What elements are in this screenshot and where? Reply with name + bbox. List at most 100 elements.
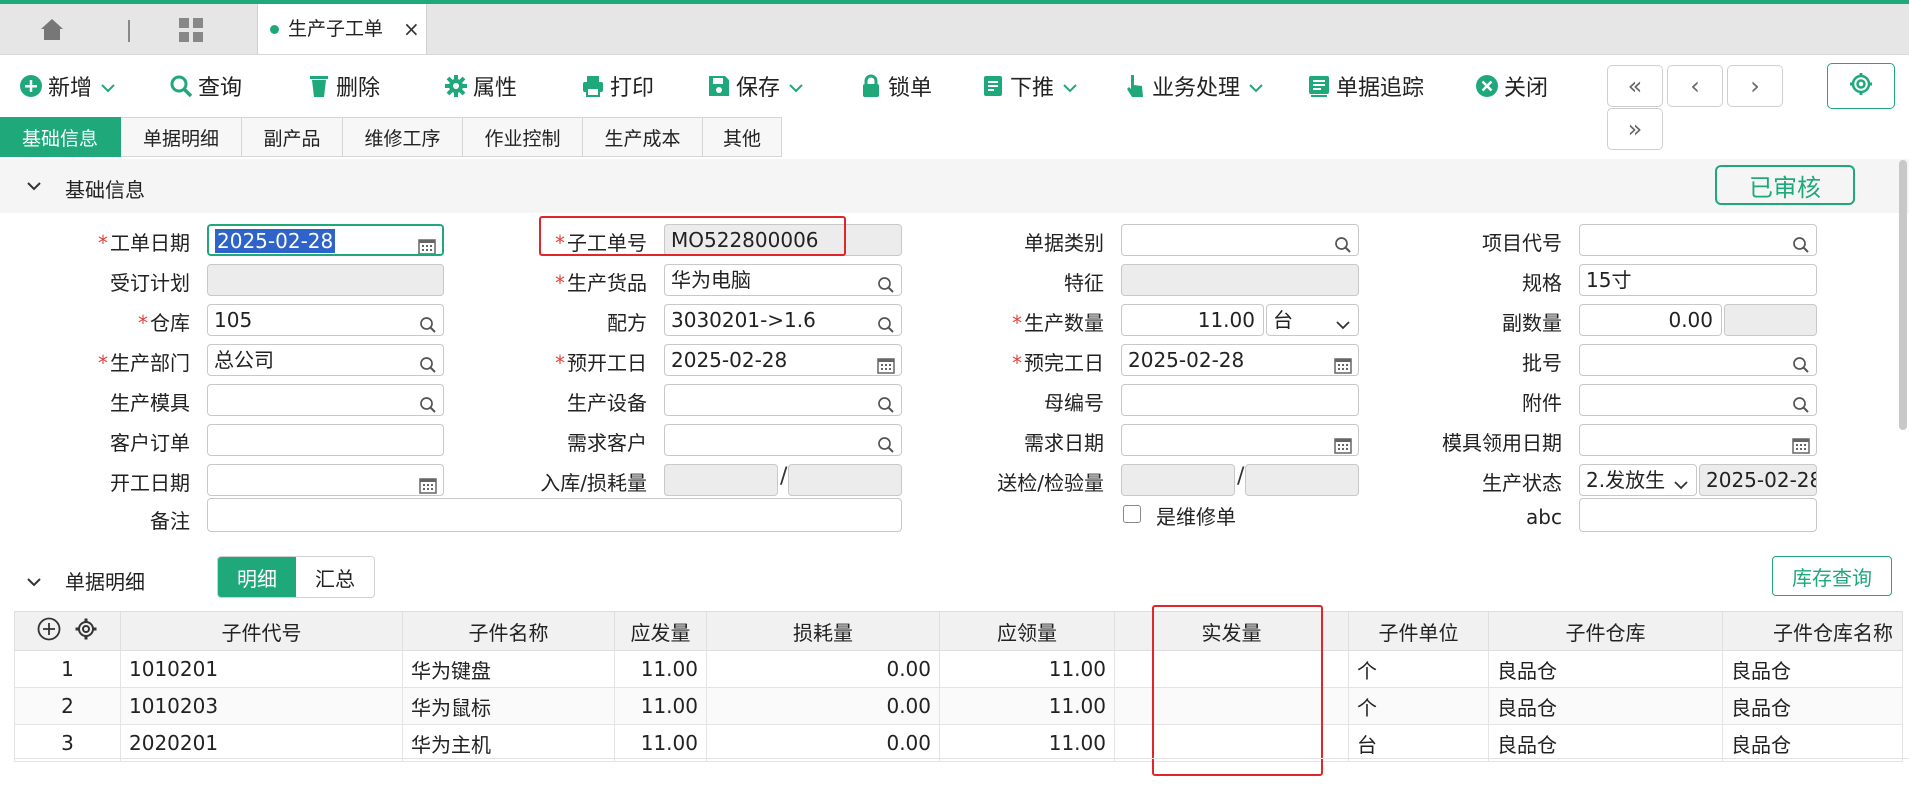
table-row[interactable]: 1 1010201 华为键盘 11.00 0.00 11.00 个 良品仓 良品… bbox=[14, 650, 1903, 688]
calendar-icon[interactable] bbox=[1792, 432, 1810, 454]
search-icon[interactable] bbox=[419, 312, 437, 333]
warehouse-field[interactable]: 105 bbox=[207, 304, 444, 336]
plan-start-field[interactable]: 2025-02-28 bbox=[664, 344, 902, 376]
close-tab-icon[interactable]: × bbox=[403, 4, 420, 54]
sub-qty-field[interactable]: 0.00 bbox=[1579, 304, 1722, 336]
business-process-button[interactable]: 业务处理 bbox=[1122, 67, 1264, 105]
calendar-icon[interactable] bbox=[418, 233, 436, 254]
col-header-warehouse-name[interactable]: 子件仓库名称 bbox=[1722, 611, 1903, 651]
save-button[interactable]: 保存 bbox=[706, 67, 804, 105]
cell-code[interactable]: 1010201 bbox=[120, 650, 403, 688]
calendar-icon[interactable] bbox=[1334, 352, 1352, 374]
cell-issue-qty[interactable]: 11.00 bbox=[614, 724, 707, 762]
lock-button[interactable]: 锁单 bbox=[858, 67, 932, 105]
cell-unit[interactable]: 个 bbox=[1348, 650, 1489, 688]
cell-issue-qty[interactable]: 11.00 bbox=[614, 650, 707, 688]
doc-type-field[interactable] bbox=[1121, 224, 1359, 256]
vertical-scrollbar[interactable] bbox=[1899, 160, 1907, 430]
calendar-icon[interactable] bbox=[1334, 432, 1352, 454]
tab-production-cost[interactable]: 生产成本 bbox=[583, 117, 703, 157]
column-settings-icon[interactable] bbox=[74, 617, 98, 646]
collapse-chevron-icon[interactable] bbox=[26, 176, 42, 195]
customer-order-field[interactable] bbox=[207, 424, 444, 456]
search-icon[interactable] bbox=[877, 392, 895, 413]
cell-warehouse-name[interactable]: 良品仓 bbox=[1722, 724, 1903, 762]
calendar-icon[interactable] bbox=[877, 352, 895, 374]
dept-field[interactable]: 总公司 bbox=[207, 344, 444, 376]
cell-name[interactable]: 华为键盘 bbox=[402, 650, 615, 688]
batch-field[interactable] bbox=[1579, 344, 1817, 376]
cell-warehouse-name[interactable]: 良品仓 bbox=[1722, 650, 1903, 688]
attachment-field[interactable] bbox=[1579, 384, 1817, 416]
project-code-field[interactable] bbox=[1579, 224, 1817, 256]
mold-field[interactable] bbox=[207, 384, 444, 416]
remark-field[interactable] bbox=[207, 498, 902, 532]
formula-field[interactable]: 3030201->1.6 bbox=[664, 304, 902, 336]
cell-loss-qty[interactable]: 0.00 bbox=[706, 724, 940, 762]
new-button[interactable]: 新增 bbox=[18, 67, 116, 105]
search-icon[interactable] bbox=[1792, 352, 1810, 373]
search-icon[interactable] bbox=[1792, 392, 1810, 413]
demand-customer-field[interactable] bbox=[664, 424, 902, 456]
tab-other[interactable]: 其他 bbox=[703, 117, 782, 157]
cell-warehouse[interactable]: 良品仓 bbox=[1488, 650, 1723, 688]
search-icon[interactable] bbox=[419, 392, 437, 413]
prod-status-select[interactable]: 2.发放生 bbox=[1579, 464, 1697, 496]
tab-by-products[interactable]: 副产品 bbox=[242, 117, 343, 157]
cell-loss-qty[interactable]: 0.00 bbox=[706, 687, 940, 725]
summary-view-button[interactable]: 汇总 bbox=[296, 557, 374, 597]
plan-end-field[interactable]: 2025-02-28 bbox=[1121, 344, 1359, 376]
tab-document-detail[interactable]: 单据明细 bbox=[121, 117, 242, 157]
collapse-chevron-icon[interactable] bbox=[26, 572, 42, 591]
search-icon[interactable] bbox=[1792, 232, 1810, 253]
prev-record-button[interactable]: ‹ bbox=[1667, 65, 1723, 107]
is-repair-checkbox[interactable] bbox=[1123, 505, 1141, 523]
push-down-button[interactable]: 下推 bbox=[980, 67, 1078, 105]
cell-code[interactable]: 1010203 bbox=[120, 687, 403, 725]
order-date-field[interactable]: 2025-02-28 bbox=[207, 224, 444, 256]
spec-field[interactable]: 15寸 bbox=[1579, 264, 1817, 296]
cell-name[interactable]: 华为主机 bbox=[402, 724, 615, 762]
equipment-field[interactable] bbox=[664, 384, 902, 416]
cell-warehouse[interactable]: 良品仓 bbox=[1488, 724, 1723, 762]
last-record-button[interactable]: » bbox=[1607, 108, 1663, 150]
cell-warehouse[interactable]: 良品仓 bbox=[1488, 687, 1723, 725]
table-row[interactable]: 3 2020201 华为主机 11.00 0.00 11.00 台 良品仓 良品… bbox=[14, 724, 1903, 762]
add-row-icon[interactable] bbox=[37, 617, 61, 646]
col-header-need-qty[interactable]: 应领量 bbox=[939, 611, 1115, 651]
stock-query-button[interactable]: 库存查询 bbox=[1772, 556, 1892, 596]
demand-date-field[interactable] bbox=[1121, 424, 1359, 456]
calendar-icon[interactable] bbox=[419, 472, 437, 494]
start-date-field[interactable] bbox=[207, 464, 444, 496]
prod-qty-field[interactable]: 11.00 bbox=[1121, 304, 1264, 336]
delete-button[interactable]: 删除 bbox=[306, 67, 380, 105]
prod-unit-select[interactable]: 台 bbox=[1266, 304, 1359, 336]
search-icon[interactable] bbox=[877, 432, 895, 453]
detail-view-button[interactable]: 明细 bbox=[218, 557, 296, 597]
col-header-issue-qty[interactable]: 应发量 bbox=[614, 611, 707, 651]
tab-operation-control[interactable]: 作业控制 bbox=[463, 117, 583, 157]
tab-basic-info[interactable]: 基础信息 bbox=[0, 117, 121, 157]
cell-name[interactable]: 华为鼠标 bbox=[402, 687, 615, 725]
first-record-button[interactable]: « bbox=[1607, 65, 1663, 107]
chevron-down-icon[interactable] bbox=[788, 74, 804, 99]
cell-unit[interactable]: 台 bbox=[1348, 724, 1489, 762]
cell-need-qty[interactable]: 11.00 bbox=[939, 650, 1115, 688]
cell-issue-qty[interactable]: 11.00 bbox=[614, 687, 707, 725]
search-icon[interactable] bbox=[877, 272, 895, 293]
abc-field[interactable] bbox=[1579, 498, 1817, 532]
document-trace-button[interactable]: 单据追踪 bbox=[1306, 67, 1424, 105]
properties-button[interactable]: 属性 bbox=[443, 67, 517, 105]
product-field[interactable]: 华为电脑 bbox=[664, 264, 902, 296]
tab-production-sub-order[interactable]: 生产子工单 × bbox=[257, 4, 427, 54]
next-record-button[interactable]: › bbox=[1727, 65, 1783, 107]
search-icon[interactable] bbox=[877, 312, 895, 333]
search-icon[interactable] bbox=[1334, 232, 1352, 253]
table-row[interactable]: 2 1010203 华为鼠标 11.00 0.00 11.00 个 良品仓 良品… bbox=[14, 687, 1903, 725]
mold-date-field[interactable] bbox=[1579, 424, 1817, 456]
chevron-down-icon[interactable] bbox=[100, 74, 116, 99]
cell-unit[interactable]: 个 bbox=[1348, 687, 1489, 725]
cell-warehouse-name[interactable]: 良品仓 bbox=[1722, 687, 1903, 725]
chevron-down-icon[interactable] bbox=[1062, 74, 1078, 99]
cell-need-qty[interactable]: 11.00 bbox=[939, 687, 1115, 725]
